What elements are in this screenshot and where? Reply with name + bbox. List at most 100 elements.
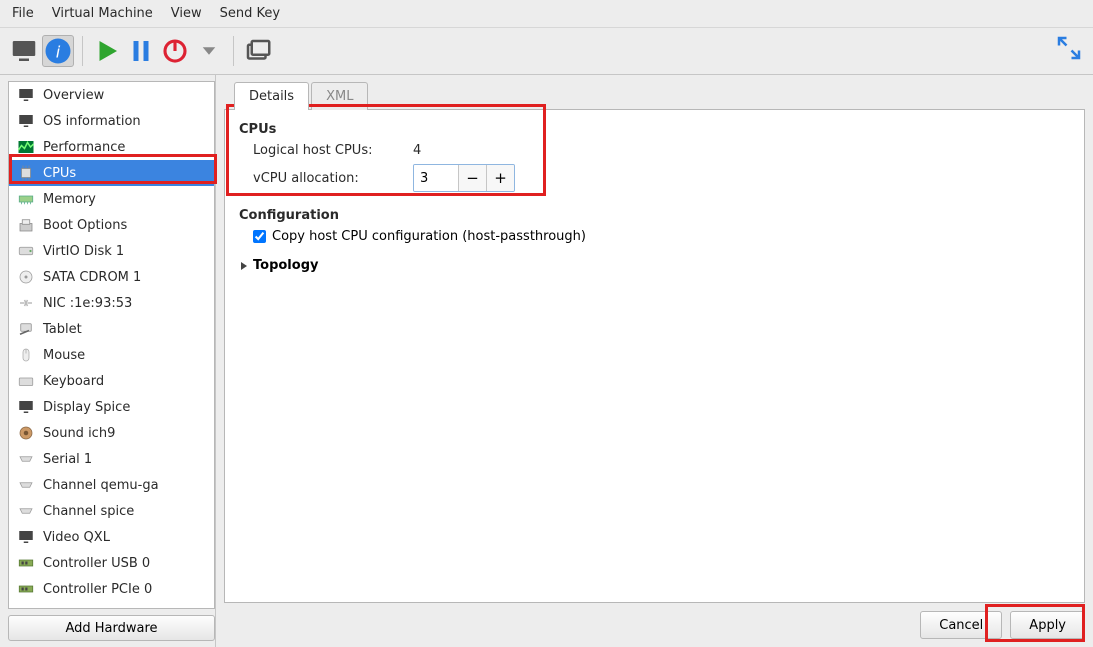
vcpu-increment-button[interactable]: +	[486, 165, 514, 191]
cpus-section-title: CPUs	[239, 122, 1070, 137]
sidebar-item-video-qxl[interactable]: Video QXL	[9, 524, 214, 550]
sidebar-item-label: NIC :1e:93:53	[43, 296, 132, 311]
controller-icon	[17, 554, 35, 572]
configuration-section-title: Configuration	[239, 208, 1070, 223]
menu-virtual-machine[interactable]: Virtual Machine	[52, 6, 153, 21]
sidebar-item-label: Controller PCIe 0	[43, 582, 152, 597]
sidebar-item-label: Video QXL	[43, 530, 110, 545]
sidebar-item-controller-pcie-0[interactable]: Controller PCIe 0	[9, 576, 214, 602]
footer-buttons: Cancel Apply	[224, 603, 1085, 639]
tab-details[interactable]: Details	[234, 82, 309, 110]
svg-text:i: i	[56, 42, 61, 61]
memory-icon	[17, 190, 35, 208]
vcpu-spin: − +	[413, 164, 515, 192]
sidebar: Overview OS information Performance CPUs…	[0, 75, 216, 647]
snapshots-button[interactable]	[242, 35, 274, 67]
display-icon	[17, 398, 35, 416]
keyboard-icon	[17, 372, 35, 390]
vcpu-allocation-input[interactable]	[414, 165, 458, 191]
monitor-icon	[17, 86, 35, 104]
detail-pane: Details XML CPUs Logical host CPUs: 4 vC…	[216, 75, 1093, 647]
sidebar-item-cpus[interactable]: CPUs	[9, 160, 214, 186]
sidebar-item-label: Controller USB 0	[43, 556, 150, 571]
sidebar-item-label: Performance	[43, 140, 125, 155]
sidebar-item-label: Mouse	[43, 348, 85, 363]
sidebar-item-display-spice[interactable]: Display Spice	[9, 394, 214, 420]
run-button[interactable]	[91, 35, 123, 67]
info-button[interactable]: i	[42, 35, 74, 67]
video-icon	[17, 528, 35, 546]
vcpu-allocation-label: vCPU allocation:	[253, 171, 403, 186]
sidebar-item-memory[interactable]: Memory	[9, 186, 214, 212]
sidebar-item-serial-1[interactable]: Serial 1	[9, 446, 214, 472]
menu-send-key[interactable]: Send Key	[220, 6, 280, 21]
cdrom-icon	[17, 268, 35, 286]
sidebar-item-label: SATA CDROM 1	[43, 270, 141, 285]
sidebar-item-label: Sound ich9	[43, 426, 115, 441]
sidebar-item-channel-qemu-ga[interactable]: Channel qemu-ga	[9, 472, 214, 498]
disk-icon	[17, 242, 35, 260]
cancel-button[interactable]: Cancel	[920, 611, 1002, 639]
controller-icon	[17, 580, 35, 598]
monitor-icon	[17, 112, 35, 130]
boot-icon	[17, 216, 35, 234]
details-panel: CPUs Logical host CPUs: 4 vCPU allocatio…	[224, 109, 1085, 603]
apply-button[interactable]: Apply	[1010, 611, 1085, 639]
network-icon	[17, 294, 35, 312]
sidebar-item-label: Boot Options	[43, 218, 127, 233]
sidebar-item-label: Keyboard	[43, 374, 104, 389]
logical-host-cpus-label: Logical host CPUs:	[253, 143, 403, 158]
sidebar-item-controller-usb-0[interactable]: Controller USB 0	[9, 550, 214, 576]
sidebar-item-virtio-disk-1[interactable]: VirtIO Disk 1	[9, 238, 214, 264]
sidebar-item-os-information[interactable]: OS information	[9, 108, 214, 134]
sidebar-item-tablet[interactable]: Tablet	[9, 316, 214, 342]
sidebar-item-sata-cdrom-1[interactable]: SATA CDROM 1	[9, 264, 214, 290]
sidebar-item-label: Display Spice	[43, 400, 130, 415]
vcpu-decrement-button[interactable]: −	[458, 165, 486, 191]
toolbar: i	[0, 27, 1093, 75]
performance-icon	[17, 138, 35, 156]
shutdown-button[interactable]	[159, 35, 191, 67]
pause-button[interactable]	[125, 35, 157, 67]
menu-view[interactable]: View	[171, 6, 202, 21]
sidebar-item-label: Channel qemu-ga	[43, 478, 159, 493]
sidebar-item-keyboard[interactable]: Keyboard	[9, 368, 214, 394]
logical-host-cpus-value: 4	[413, 143, 421, 158]
fullscreen-button[interactable]	[1053, 32, 1085, 64]
sidebar-item-mouse[interactable]: Mouse	[9, 342, 214, 368]
sound-icon	[17, 424, 35, 442]
cpu-icon	[17, 164, 35, 182]
sidebar-item-label: Memory	[43, 192, 96, 207]
console-button[interactable]	[8, 35, 40, 67]
sidebar-item-label: Channel spice	[43, 504, 134, 519]
sidebar-item-label: Overview	[43, 88, 104, 103]
sidebar-item-boot-options[interactable]: Boot Options	[9, 212, 214, 238]
hardware-list[interactable]: Overview OS information Performance CPUs…	[8, 81, 215, 609]
copy-host-cpu-checkbox[interactable]	[253, 230, 266, 243]
menubar: File Virtual Machine View Send Key	[0, 0, 1093, 27]
topology-label: Topology	[253, 258, 318, 273]
sidebar-item-overview[interactable]: Overview	[9, 82, 214, 108]
channel-icon	[17, 476, 35, 494]
channel-icon	[17, 502, 35, 520]
add-hardware-button[interactable]: Add Hardware	[8, 615, 215, 641]
sidebar-item-label: CPUs	[43, 166, 76, 181]
sidebar-item-label: VirtIO Disk 1	[43, 244, 124, 259]
sidebar-item-label: Tablet	[43, 322, 82, 337]
topology-expander[interactable]: Topology	[239, 258, 1070, 273]
shutdown-menu-arrow[interactable]	[193, 35, 225, 67]
menu-file[interactable]: File	[12, 6, 34, 21]
mouse-icon	[17, 346, 35, 364]
tablet-icon	[17, 320, 35, 338]
sidebar-item-performance[interactable]: Performance	[9, 134, 214, 160]
sidebar-item-nic[interactable]: NIC :1e:93:53	[9, 290, 214, 316]
sidebar-item-label: Serial 1	[43, 452, 92, 467]
tab-xml[interactable]: XML	[311, 82, 368, 110]
sidebar-item-sound-ich9[interactable]: Sound ich9	[9, 420, 214, 446]
copy-host-cpu-label: Copy host CPU configuration (host-passth…	[272, 229, 586, 244]
tabs: Details XML	[234, 81, 1085, 109]
sidebar-item-label: OS information	[43, 114, 141, 129]
chevron-right-icon	[239, 261, 249, 271]
sidebar-item-channel-spice[interactable]: Channel spice	[9, 498, 214, 524]
serial-icon	[17, 450, 35, 468]
